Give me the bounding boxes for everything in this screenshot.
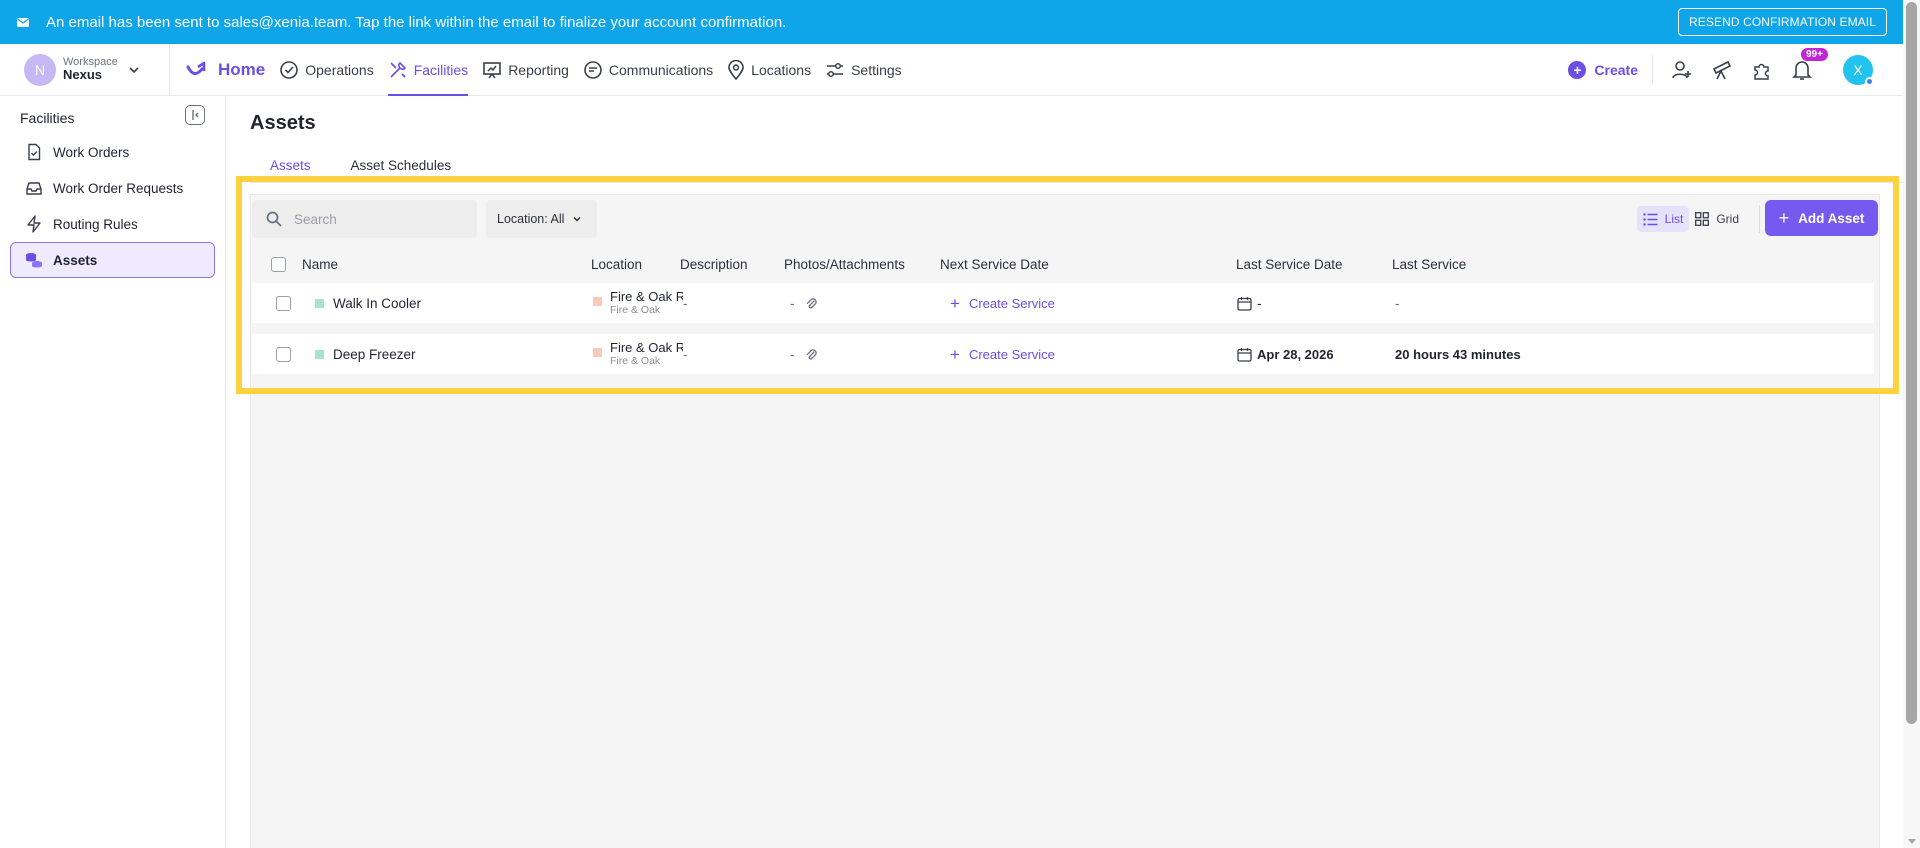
scrollbar-thumb[interactable] [1906, 2, 1917, 724]
online-status-dot [1865, 76, 1874, 86]
resend-confirmation-button[interactable]: RESEND CONFIRMATION EMAIL [1678, 8, 1887, 36]
nav-operations-label: Operations [305, 61, 374, 78]
nav-communications[interactable]: Communications [583, 44, 713, 95]
sidebar-item-label: Routing Rules [53, 216, 138, 232]
nav-settings[interactable]: Settings [825, 44, 902, 95]
nav-communications-label: Communications [608, 61, 714, 78]
nav-home-label: Home [218, 59, 266, 79]
notification-badge: 99+ [1801, 47, 1828, 61]
map-pin-icon [728, 59, 744, 80]
page-scrollbar[interactable] [1903, 0, 1920, 848]
collapse-sidebar-button[interactable] [185, 105, 205, 125]
sidebar-item-routing-rules[interactable]: Routing Rules [10, 206, 215, 242]
sidebar-item-label: Work Orders [53, 144, 130, 160]
main-content: Assets Assets Asset Schedules Location: … [227, 96, 1903, 848]
page-title: Assets [250, 112, 316, 134]
sidebar-item-work-order-requests[interactable]: Work Order Requests [10, 170, 215, 206]
sidebar-title: Facilities [20, 110, 75, 126]
sidebar: Facilities Work Orders Work Order Reques… [0, 96, 226, 848]
lightning-icon [27, 215, 41, 233]
plus-circle-icon: + [1568, 60, 1587, 79]
sidebar-item-label: Work Order Requests [53, 180, 184, 196]
highlight-frame [236, 176, 1899, 394]
mail-icon [17, 18, 29, 27]
workspace-switcher[interactable]: N Workspace Nexus [0, 44, 170, 95]
add-user-icon [1672, 60, 1691, 78]
sidebar-item-work-orders[interactable]: Work Orders [10, 134, 215, 170]
integrations-button[interactable] [1751, 59, 1773, 81]
nav-facilities[interactable]: Facilities [387, 44, 469, 96]
inbox-icon [26, 182, 42, 195]
sidebar-item-label: Assets [53, 252, 98, 268]
nav-settings-label: Settings [851, 61, 902, 78]
nav-home[interactable]: Home [186, 44, 265, 95]
scroll-down-arrow-icon[interactable] [1908, 839, 1916, 844]
telescope-icon [1712, 60, 1732, 79]
nav-locations[interactable]: Locations [727, 44, 811, 95]
user-avatar[interactable]: X [1843, 54, 1874, 86]
nav-facilities-label: Facilities [413, 61, 469, 78]
workspace-avatar: N [24, 53, 56, 86]
assets-icon [26, 253, 42, 268]
user-initial: X [1853, 61, 1863, 78]
sidebar-item-assets[interactable]: Assets [10, 242, 215, 278]
notifications-button[interactable]: 99+ [1791, 47, 1828, 81]
presentation-chart-icon [483, 61, 501, 78]
check-circle-icon [280, 60, 299, 79]
create-button[interactable]: + Create [1568, 54, 1653, 85]
tools-icon [390, 61, 406, 78]
create-label: Create [1594, 61, 1638, 78]
nav-reporting[interactable]: Reporting [482, 44, 569, 95]
bell-icon [1792, 60, 1812, 80]
confirmation-banner: An email has been sent to sales@xenia.te… [0, 0, 1903, 44]
home-logo-icon [186, 61, 206, 75]
workspace-name: Nexus [63, 67, 103, 83]
nav-locations-label: Locations [751, 61, 812, 78]
collapse-icon [192, 110, 199, 120]
work-order-icon [28, 143, 41, 161]
invite-user-button[interactable] [1671, 59, 1693, 81]
banner-message: An email has been sent to sales@xenia.te… [46, 13, 787, 31]
explore-button[interactable] [1711, 59, 1733, 81]
nav-operations[interactable]: Operations [279, 44, 374, 95]
top-navigation: N Workspace Nexus Home Operations Facili… [0, 44, 1903, 96]
puzzle-icon [1754, 63, 1769, 80]
chevron-down-icon [129, 66, 139, 73]
settings-sliders-icon [827, 62, 844, 77]
chat-bubble-icon [584, 60, 602, 79]
nav-reporting-label: Reporting [508, 61, 569, 78]
